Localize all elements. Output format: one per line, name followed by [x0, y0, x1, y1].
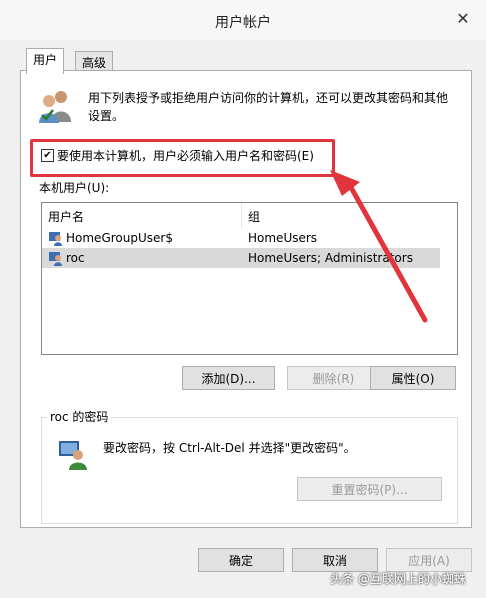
tab-users[interactable]: 用户 [26, 48, 65, 74]
table-row[interactable]: roc HomeUsers; Administrators [42, 248, 440, 268]
user-group: HomeUsers; Administrators [248, 251, 413, 265]
column-divider[interactable] [241, 203, 242, 228]
column-header-username[interactable]: 用户名 [48, 208, 84, 225]
users-list[interactable]: 用户名 组 HomeGroupUser$ HomeUsers roc HomeU… [41, 202, 458, 355]
window-title: 用户帐户 [215, 15, 271, 31]
properties-button[interactable]: 属性(O) [370, 366, 456, 390]
user-name: roc [66, 251, 85, 265]
user-group: HomeUsers [248, 231, 318, 245]
users-icon [39, 91, 71, 123]
user-icon [49, 232, 62, 246]
require-login-label[interactable]: 要使用本计算机，用户必须输入用户名和密码(E) [57, 147, 314, 164]
title-bar: 用户帐户 ✕ [0, 0, 486, 40]
list-header: 用户名 组 [42, 203, 457, 228]
watermark: 头条 @互联网上的小蜘蛛 [330, 572, 466, 586]
user-name: HomeGroupUser$ [66, 231, 173, 245]
close-icon[interactable]: ✕ [450, 10, 476, 28]
password-section-title: roc 的密码 [47, 408, 112, 425]
local-users-label: 本机用户(U): [39, 181, 110, 195]
password-groupbox [41, 417, 458, 524]
intro-text: 用下列表授予或拒绝用户访问你的计算机，还可以更改其密码和其他设置。 [88, 91, 449, 123]
apply-button[interactable]: 应用(A) [386, 548, 472, 572]
password-help-text: 要改密码，按 Ctrl-Alt-Del 并选择"更改密码"。 [103, 441, 356, 455]
table-row[interactable]: HomeGroupUser$ HomeUsers [42, 228, 440, 248]
user-icon [49, 252, 62, 266]
users-tab-panel: 用下列表授予或拒绝用户访问你的计算机，还可以更改其密码和其他设置。 ✔ 要使用本… [20, 70, 472, 528]
user-password-icon [59, 441, 87, 470]
column-header-group[interactable]: 组 [248, 208, 260, 225]
cancel-button[interactable]: 取消 [292, 548, 378, 572]
require-login-checkbox[interactable]: ✔ [41, 149, 54, 162]
reset-password-button[interactable]: 重置密码(P)... [297, 477, 442, 501]
add-user-button[interactable]: 添加(D)... [182, 366, 275, 390]
remove-user-button[interactable]: 删除(R) [287, 366, 380, 390]
ok-button[interactable]: 确定 [198, 548, 284, 572]
